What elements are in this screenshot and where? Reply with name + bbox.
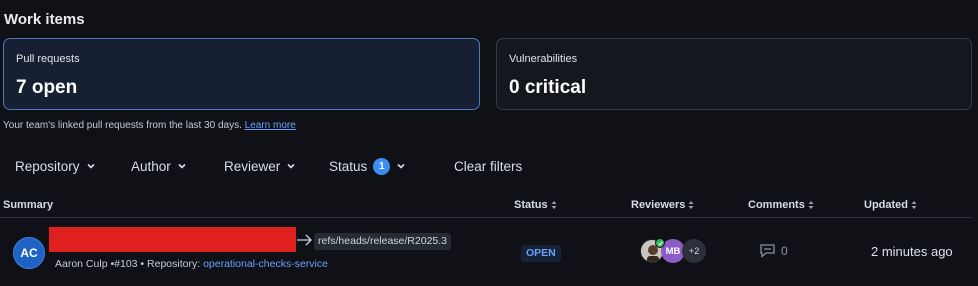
status-filter[interactable]: Status 1 — [329, 156, 406, 176]
vulnerabilities-label: Vulnerabilities — [509, 53, 578, 65]
arrow-right-icon — [296, 232, 314, 248]
updated-header-label: Updated — [864, 199, 908, 211]
updated-column-header[interactable]: Updated — [864, 199, 917, 211]
approved-check-icon — [655, 238, 665, 248]
clear-filters-label: Clear filters — [454, 158, 523, 174]
sort-icon — [688, 200, 694, 210]
author-avatar: AC — [13, 237, 45, 269]
vulnerabilities-card[interactable]: Vulnerabilities 0 critical — [496, 38, 972, 110]
info-note-text: Your team's linked pull requests from th… — [3, 120, 242, 131]
summary-column-header[interactable]: Summary — [3, 199, 53, 211]
reviewer-filter[interactable]: Reviewer — [224, 156, 296, 176]
info-note: Your team's linked pull requests from th… — [3, 120, 296, 131]
meta-separator: • — [140, 258, 145, 270]
pull-requests-label: Pull requests — [16, 53, 80, 65]
reviewers-header-label: Reviewers — [631, 199, 686, 211]
clear-filters-button[interactable]: Clear filters — [454, 156, 522, 176]
comment-icon — [759, 243, 776, 258]
pr-number: #103 — [114, 258, 138, 270]
table-header-divider — [0, 217, 972, 218]
summary-header-label: Summary — [3, 199, 54, 211]
pull-requests-count: 7 open — [16, 77, 78, 98]
pr-meta: Aaron Culp •#103 • Repository: operation… — [55, 258, 328, 270]
sort-icon — [551, 200, 557, 210]
comments-value: 0 — [781, 243, 788, 258]
status-filter-count-badge: 1 — [373, 157, 391, 175]
repository-link[interactable]: operational-checks-service — [203, 258, 328, 270]
reviewers-column-header[interactable]: Reviewers — [631, 199, 694, 211]
chevron-down-icon — [396, 161, 406, 171]
author-filter-label: Author — [131, 158, 171, 174]
repository-label: Repository: — [147, 258, 201, 270]
updated-time: 2 minutes ago — [871, 244, 953, 259]
status-filter-label: Status — [329, 158, 368, 174]
status-badge: OPEN — [521, 245, 561, 262]
chevron-down-icon — [286, 161, 296, 171]
status-column-header[interactable]: Status — [514, 199, 557, 211]
pr-author: Aaron Culp — [55, 258, 108, 270]
sort-icon — [808, 200, 814, 210]
author-filter[interactable]: Author — [131, 156, 187, 176]
repository-filter[interactable]: Repository — [15, 156, 96, 176]
redacted-pr-title — [49, 227, 296, 252]
repository-filter-label: Repository — [15, 158, 80, 174]
reviewer-filter-label: Reviewer — [224, 158, 281, 174]
sort-icon — [911, 200, 917, 210]
section-title: Work items — [4, 11, 85, 28]
more-reviewers-count: +2 — [682, 239, 706, 263]
chevron-down-icon — [177, 161, 187, 171]
target-branch: refs/heads/release/R2025.3 — [314, 233, 451, 250]
comments-column-header[interactable]: Comments — [748, 199, 814, 211]
chevron-down-icon — [86, 161, 96, 171]
learn-more-link[interactable]: Learn more — [245, 120, 296, 131]
vulnerabilities-count: 0 critical — [509, 77, 587, 98]
comments-header-label: Comments — [748, 199, 805, 211]
status-header-label: Status — [514, 199, 548, 211]
comments-count: 0 — [759, 243, 788, 258]
pull-requests-card[interactable]: Pull requests 7 open — [3, 38, 480, 110]
